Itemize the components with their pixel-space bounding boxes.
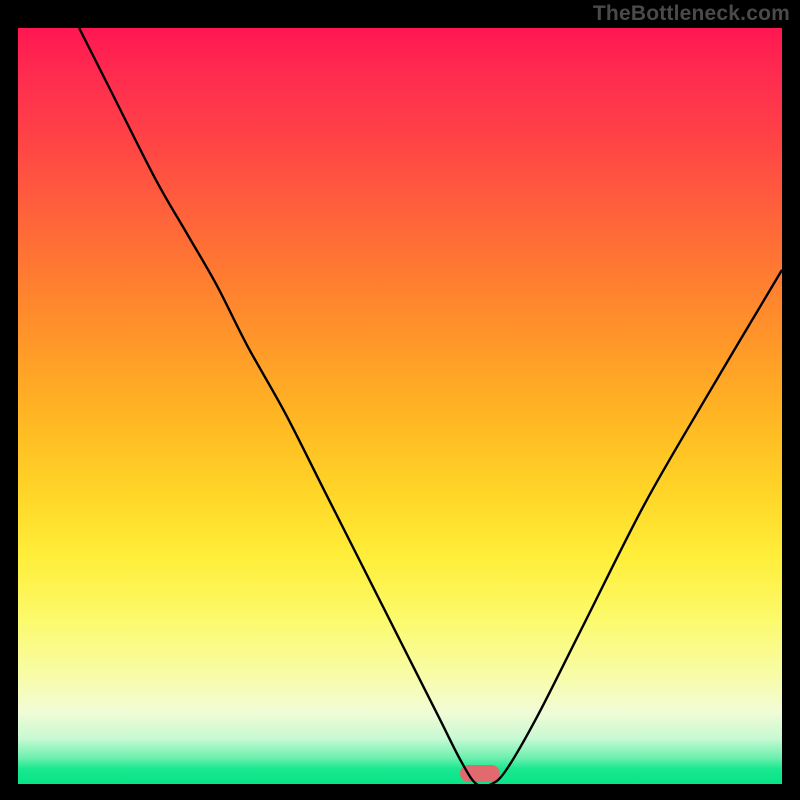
plot-area <box>18 28 782 784</box>
bottleneck-curve <box>18 28 782 784</box>
watermark-text: TheBottleneck.com <box>593 2 790 26</box>
chart-frame: TheBottleneck.com <box>0 0 800 800</box>
curve-path <box>79 28 782 784</box>
